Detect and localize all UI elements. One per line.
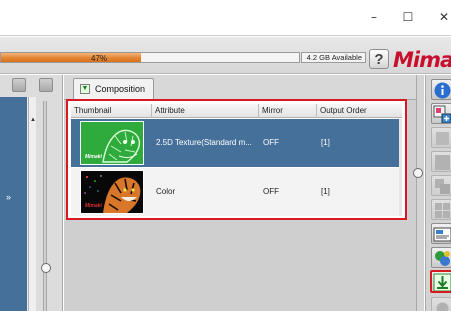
cell-mirror: OFF — [263, 138, 279, 147]
table-scrollbar[interactable] — [399, 119, 402, 216]
composition-table: Thumbnail Attribute Mirror Output Order … — [71, 104, 402, 216]
right-toolbar — [425, 75, 451, 311]
cell-attribute: Color — [156, 187, 176, 196]
composition-button[interactable] — [430, 270, 451, 293]
cell-output-order: [1] — [321, 138, 330, 147]
layer-tool-button-1[interactable] — [431, 127, 451, 148]
title-bar: – ☐ ✕ — [0, 0, 451, 36]
column-header-mirror[interactable]: Mirror — [259, 104, 317, 118]
layout-button[interactable] — [431, 223, 451, 244]
composition-table-frame: Thumbnail Attribute Mirror Output Order … — [66, 99, 407, 220]
layout-icon — [433, 227, 451, 242]
right-splitter-handle[interactable] — [413, 168, 423, 178]
layer-grid-icon — [435, 203, 450, 218]
left-scrollbar[interactable]: ▲ — [28, 97, 36, 311]
layer-tool-button-2[interactable] — [431, 151, 451, 172]
info-icon — [434, 82, 451, 99]
table-row[interactable]: Mimaki Color OFF [1] — [71, 168, 402, 216]
table-row[interactable]: Mimaki 2.5D Texture(Standard m... OFF [1… — [71, 119, 402, 167]
settings-icon — [436, 302, 449, 311]
info-button[interactable] — [431, 79, 451, 100]
tab-composition[interactable]: ▼ Composition — [73, 78, 154, 99]
progress-bar: 47% — [0, 52, 300, 63]
thumbnail-image: Mimaki — [80, 170, 144, 214]
toolbar: 47% 4.2 GB Available ? Mimal — [0, 37, 451, 74]
layer-tool-button-3[interactable] — [431, 175, 451, 196]
table-header: Thumbnail Attribute Mirror Output Order — [71, 104, 402, 118]
thumbnail-caption: Mimaki — [85, 154, 102, 160]
layer-add-button[interactable] — [431, 103, 451, 124]
down-arrow-icon: ▼ — [80, 84, 90, 94]
left-list: » ▲ — [0, 97, 36, 311]
composition-icon — [433, 273, 451, 291]
maximize-button[interactable]: ☐ — [396, 8, 420, 26]
capacity-label: 4.2 GB Available — [301, 52, 366, 63]
thumbnail-caption: Mimaki — [85, 203, 102, 209]
column-header-thumbnail[interactable]: Thumbnail — [71, 104, 152, 118]
left-splitter[interactable] — [43, 101, 47, 311]
progress-label: 47% — [91, 54, 108, 63]
cell-attribute: 2.5D Texture(Standard m... — [156, 138, 252, 147]
scroll-up-icon[interactable]: ▲ — [30, 117, 36, 123]
close-button[interactable]: ✕ — [432, 8, 451, 26]
layer-icon — [435, 155, 450, 170]
layer-stack-icon — [435, 179, 450, 194]
cell-mirror: OFF — [263, 187, 279, 196]
tab-composition-label: Composition — [95, 84, 146, 94]
layer-tool-button-4[interactable] — [431, 199, 451, 220]
right-splitter[interactable] — [416, 75, 424, 311]
left-splitter-handle[interactable] — [41, 263, 51, 273]
layer-add-icon — [433, 105, 451, 123]
left-pane: » ▲ — [0, 75, 63, 311]
column-header-output-order[interactable]: Output Order — [317, 104, 402, 118]
progress-fill — [1, 53, 142, 62]
special-color-icon — [435, 251, 450, 266]
column-header-attribute[interactable]: Attribute — [152, 104, 259, 118]
help-button[interactable]: ? — [369, 49, 389, 69]
thumbnail-image: Mimaki — [80, 121, 144, 165]
layer-icon — [436, 132, 449, 145]
minimize-button[interactable]: – — [362, 8, 386, 26]
layer-tool-button-5[interactable] — [431, 297, 451, 311]
chevron-right-icon: » — [6, 192, 12, 202]
cell-output-order: [1] — [321, 187, 330, 196]
left-tool-button-2[interactable] — [39, 78, 53, 92]
left-tool-button-1[interactable] — [12, 78, 26, 92]
left-list-selected-item[interactable]: » — [0, 97, 27, 311]
special-color-button[interactable] — [431, 247, 451, 268]
brand-logo: Mimal — [393, 48, 451, 72]
